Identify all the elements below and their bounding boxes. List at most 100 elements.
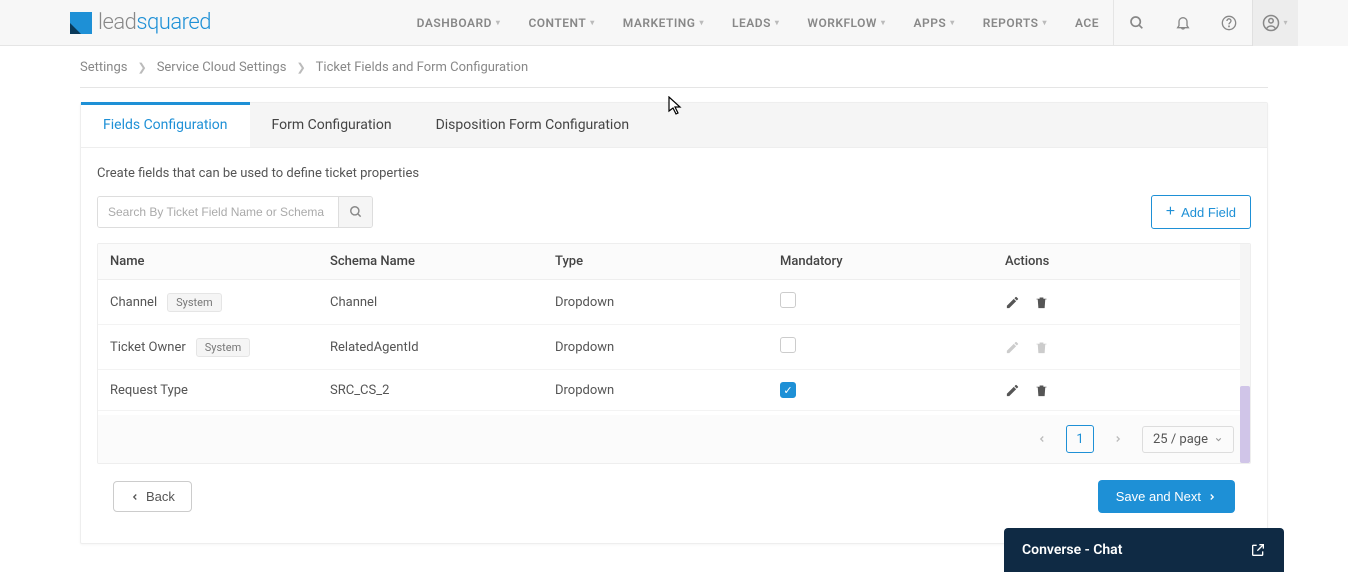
- chevron-down-icon: ▾: [590, 18, 595, 27]
- mandatory-checkbox[interactable]: ✓: [780, 382, 796, 398]
- logo-text: leadsquared: [98, 10, 211, 35]
- chevron-down-icon: ▾: [699, 18, 704, 27]
- system-badge: System: [196, 338, 251, 357]
- cell-actions: [993, 283, 1250, 322]
- back-button[interactable]: Back: [113, 481, 192, 512]
- tab-form-config[interactable]: Form Configuration: [250, 103, 414, 147]
- cell-name: Ticket OwnerSystem: [98, 326, 318, 369]
- nav-content[interactable]: CONTENT▾: [514, 0, 608, 46]
- page-size-select[interactable]: 25 / page: [1142, 426, 1234, 453]
- nav-marketing[interactable]: MARKETING▾: [609, 0, 718, 46]
- chevron-down-icon: [1214, 435, 1223, 444]
- chevron-down-icon: ▾: [496, 18, 501, 27]
- panel-description: Create fields that can be used to define…: [97, 166, 1251, 181]
- panel: Create fields that can be used to define…: [81, 148, 1267, 543]
- page-next-button[interactable]: [1106, 427, 1130, 451]
- page-number[interactable]: 1: [1066, 425, 1094, 453]
- delete-icon: [1034, 340, 1049, 355]
- col-header-type: Type: [543, 244, 768, 279]
- search-button[interactable]: [338, 197, 372, 227]
- cell-schema: RelatedAgentId: [318, 328, 543, 367]
- search-box: [97, 196, 373, 228]
- nav-ace[interactable]: ACE: [1061, 0, 1113, 46]
- chevron-down-icon: ▾: [1042, 18, 1047, 27]
- toolbar: + Add Field: [97, 195, 1251, 229]
- table-row: Request TypeSRC_CS_2Dropdown ✓: [98, 370, 1250, 411]
- cell-name: ChannelSystem: [98, 281, 318, 324]
- edit-icon[interactable]: [1005, 383, 1020, 398]
- chevron-down-icon: ▾: [881, 18, 886, 27]
- system-badge: System: [167, 293, 222, 312]
- nav-leads[interactable]: LEADS▾: [718, 0, 793, 46]
- cell-actions: [993, 328, 1250, 367]
- chat-title: Converse - Chat: [1022, 542, 1122, 558]
- scrollbar-track[interactable]: [1240, 244, 1250, 463]
- chevron-down-icon: ▾: [775, 18, 780, 27]
- cell-mandatory: ✓: [768, 370, 993, 410]
- content-card: Fields Configuration Form Configuration …: [80, 102, 1268, 544]
- nav-reports[interactable]: REPORTS▾: [969, 0, 1061, 46]
- col-header-name: Name: [98, 244, 318, 279]
- save-next-button[interactable]: Save and Next: [1098, 480, 1235, 513]
- search-input[interactable]: [98, 197, 338, 227]
- cell-mandatory: [768, 325, 993, 369]
- chevron-right-icon: [1113, 434, 1123, 444]
- breadcrumb-settings[interactable]: Settings: [80, 60, 127, 75]
- breadcrumb: Settings ❯ Service Cloud Settings ❯ Tick…: [0, 46, 1348, 87]
- col-header-schema: Schema Name: [318, 244, 543, 279]
- nav-dashboard[interactable]: DASHBOARD▾: [403, 0, 515, 46]
- logo-icon: [70, 12, 92, 34]
- breadcrumb-service-cloud[interactable]: Service Cloud Settings: [157, 60, 287, 75]
- top-nav: leadsquared DASHBOARD▾ CONTENT▾ MARKETIN…: [0, 0, 1348, 46]
- nav-apps[interactable]: APPS▾: [899, 0, 968, 46]
- scrollbar-thumb[interactable]: [1240, 386, 1250, 463]
- cell-type: Dropdown: [543, 328, 768, 367]
- table-body[interactable]: ChannelSystemChannelDropdownTicket Owner…: [98, 280, 1250, 415]
- cell-name: Request Type: [98, 371, 318, 410]
- chevron-right-icon: [1207, 492, 1217, 502]
- profile-icon[interactable]: ▾: [1252, 0, 1298, 46]
- mandatory-checkbox[interactable]: [780, 292, 796, 308]
- logo[interactable]: leadsquared: [70, 10, 211, 35]
- breadcrumb-current: Ticket Fields and Form Configuration: [316, 60, 528, 75]
- chevron-down-icon: ▾: [950, 18, 955, 27]
- nav-spacer: [1298, 0, 1348, 46]
- bell-icon[interactable]: [1160, 0, 1206, 46]
- fields-table: Name Schema Name Type Mandatory Actions …: [97, 243, 1251, 464]
- breadcrumb-divider: [80, 87, 1268, 88]
- edit-icon: [1005, 340, 1020, 355]
- delete-icon[interactable]: [1034, 383, 1049, 398]
- cell-type: Dropdown: [543, 283, 768, 322]
- mandatory-checkbox[interactable]: [780, 337, 796, 353]
- add-field-button[interactable]: + Add Field: [1151, 195, 1251, 229]
- help-icon[interactable]: [1206, 0, 1252, 46]
- table-header: Name Schema Name Type Mandatory Actions: [98, 244, 1250, 280]
- cell-type: Dropdown: [543, 371, 768, 410]
- search-icon: [349, 205, 363, 219]
- plus-icon: +: [1166, 203, 1175, 221]
- table-row: ChannelSystemChannelDropdown: [98, 280, 1250, 325]
- col-header-mandatory: Mandatory: [768, 244, 993, 279]
- chevron-left-icon: [130, 492, 140, 502]
- tab-fields-config[interactable]: Fields Configuration: [81, 102, 250, 147]
- chevron-right-icon: ❯: [296, 61, 305, 74]
- cell-schema: Channel: [318, 283, 543, 322]
- edit-icon[interactable]: [1005, 295, 1020, 310]
- chevron-left-icon: [1037, 434, 1047, 444]
- nav-workflow[interactable]: WORKFLOW▾: [793, 0, 899, 46]
- cell-actions: [993, 371, 1250, 410]
- table-footer: 1 25 / page: [98, 415, 1250, 463]
- delete-icon[interactable]: [1034, 295, 1049, 310]
- cell-mandatory: [768, 280, 993, 324]
- popout-icon: [1250, 542, 1266, 558]
- chat-widget[interactable]: Converse - Chat: [1004, 528, 1284, 572]
- tabs: Fields Configuration Form Configuration …: [81, 103, 1267, 148]
- search-icon[interactable]: [1114, 0, 1160, 46]
- nav-items: DASHBOARD▾ CONTENT▾ MARKETING▾ LEADS▾ WO…: [403, 0, 1113, 46]
- chevron-down-icon: ▾: [1283, 18, 1287, 27]
- col-header-actions: Actions: [993, 244, 1250, 279]
- cell-schema: SRC_CS_2: [318, 371, 543, 410]
- table-row: Ticket OwnerSystemRelatedAgentIdDropdown: [98, 325, 1250, 370]
- tab-disposition-form-config[interactable]: Disposition Form Configuration: [414, 103, 652, 147]
- page-prev-button[interactable]: [1030, 427, 1054, 451]
